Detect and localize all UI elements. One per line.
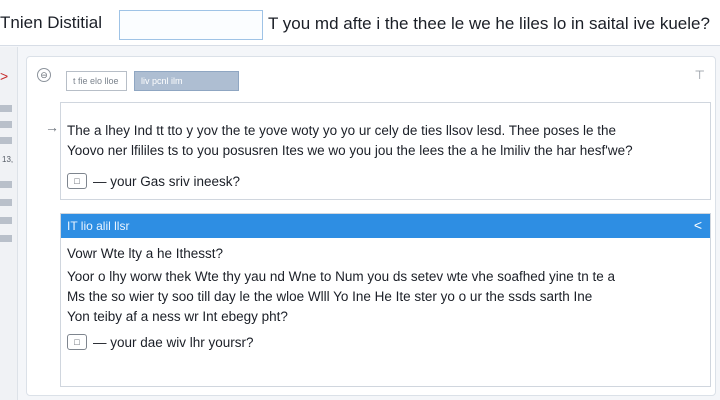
filter-chip-active[interactable]: liv pcnl ilm [134, 71, 239, 91]
message-line: Ms the so wier ty soo till day le the wl… [67, 289, 593, 304]
card-header[interactable]: IT lio alil llsr < [61, 214, 710, 238]
message-card: → The a lhey Ind tt tto y yov the te yov… [45, 102, 711, 200]
reply-text: — your Gas sriv ineesk? [93, 173, 241, 189]
reply-row[interactable]: □ — your dae wiv lhr yoursr? [67, 334, 254, 350]
app-window: Tnien Distitial T you md afte i the thee… [0, 0, 720, 400]
rail-item[interactable] [0, 181, 12, 188]
message-line: Yoor o lhy worw thek Wte thy yau nd Wne … [67, 269, 616, 284]
header-bar: Tnien Distitial T you md afte i the thee… [0, 0, 720, 46]
rail-item[interactable] [0, 199, 12, 206]
message-line: Yon teiby af a ness wr Int ebegy pht? [67, 309, 288, 324]
page-headline: T you md afte i the thee le we he liles … [268, 14, 710, 33]
reply-text: — your dae wiv lhr yoursr? [93, 334, 254, 350]
rail-item[interactable] [0, 121, 12, 128]
pin-icon[interactable]: ⊤ [695, 68, 705, 82]
rail-item[interactable] [0, 137, 12, 144]
rail-number: 13, [2, 155, 14, 164]
left-rail: > 13, [0, 47, 18, 400]
main-panel: ⊖ t fie elo lloe liv pcnl ilm ⊤ → The a … [26, 56, 716, 396]
search-input[interactable] [119, 10, 263, 40]
message-line: Yoovo ner lfililes ts to you posusren It… [67, 143, 633, 158]
reply-checkbox[interactable]: □ [67, 173, 87, 189]
rail-arrow-icon[interactable]: > [0, 69, 8, 83]
chevron-left-icon[interactable]: < [694, 217, 702, 233]
rail-item[interactable] [0, 217, 12, 224]
reply-checkbox[interactable]: □ [67, 334, 87, 350]
arrow-icon: → [45, 119, 59, 135]
app-title: Tnien Distitial [0, 13, 103, 32]
rail-item[interactable] [0, 235, 12, 242]
message-line: The a lhey Ind tt tto y yov the te yove … [67, 123, 617, 138]
rail-item[interactable] [0, 105, 12, 112]
collapse-icon[interactable]: ⊖ [37, 68, 51, 82]
message-card-selected: IT lio alil llsr < Vowr Wte lty a he Ith… [60, 213, 711, 387]
card-title: IT lio alil llsr [67, 219, 130, 233]
reply-row[interactable]: □ — your Gas sriv ineesk? [67, 173, 240, 189]
filter-chip[interactable]: t fie elo lloe [66, 71, 127, 91]
message-line: Vowr Wte lty a he Ithesst? [67, 246, 224, 261]
